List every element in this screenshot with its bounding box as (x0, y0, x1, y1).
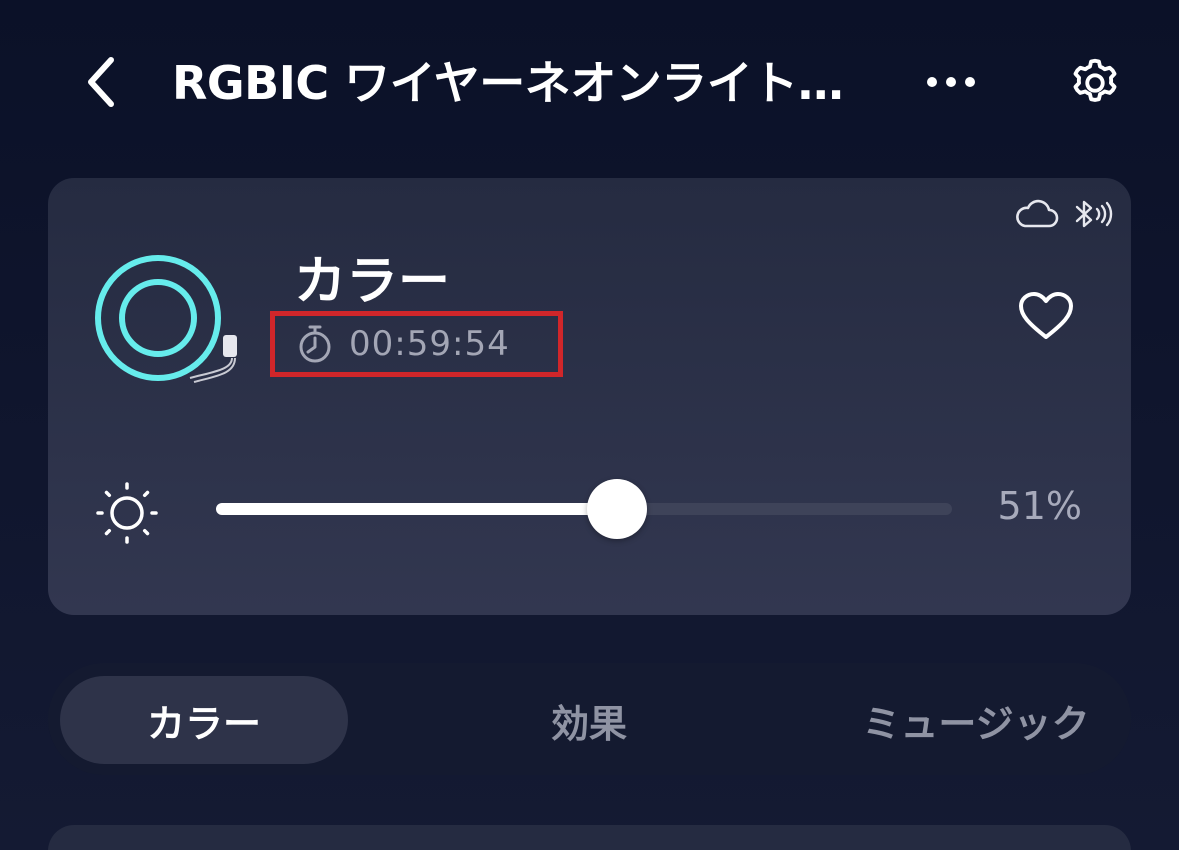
tab-music[interactable]: ミュージック (844, 676, 1108, 764)
brightness-value: 51% (997, 484, 1082, 528)
device-card: カラー 00:59:54 51% (48, 178, 1131, 615)
page-title: RGBIC ワイヤーネオンライト… (172, 56, 844, 110)
tab-effects[interactable]: 効果 (448, 676, 730, 764)
slider-fill (216, 503, 617, 515)
timer-countdown: 00:59:54 (349, 324, 510, 364)
app-header: RGBIC ワイヤーネオンライト… (0, 0, 1179, 165)
mode-tabs: カラー 効果 ミュージック (48, 663, 1131, 775)
cloud-icon (1016, 199, 1059, 228)
connection-status (1013, 198, 1113, 230)
slider-thumb[interactable] (586, 479, 647, 539)
neon-light-device-icon (95, 255, 237, 383)
heart-icon (1019, 292, 1073, 339)
timer-icon (299, 325, 331, 363)
mode-title: カラー (294, 252, 451, 312)
gear-icon (1073, 58, 1117, 102)
next-section-card (48, 825, 1131, 850)
tab-color[interactable]: カラー (60, 676, 348, 764)
more-options-button[interactable] (920, 56, 982, 108)
chevron-left-icon (88, 57, 114, 107)
brightness-icon (96, 482, 158, 544)
timer-highlight-box: 00:59:54 (270, 311, 563, 377)
settings-button[interactable] (1062, 50, 1128, 116)
favorite-button[interactable] (1016, 288, 1076, 344)
back-button[interactable] (76, 52, 126, 112)
brightness-slider[interactable] (216, 474, 952, 544)
more-horizontal-icon (927, 77, 975, 87)
bluetooth-icon (1075, 200, 1113, 228)
